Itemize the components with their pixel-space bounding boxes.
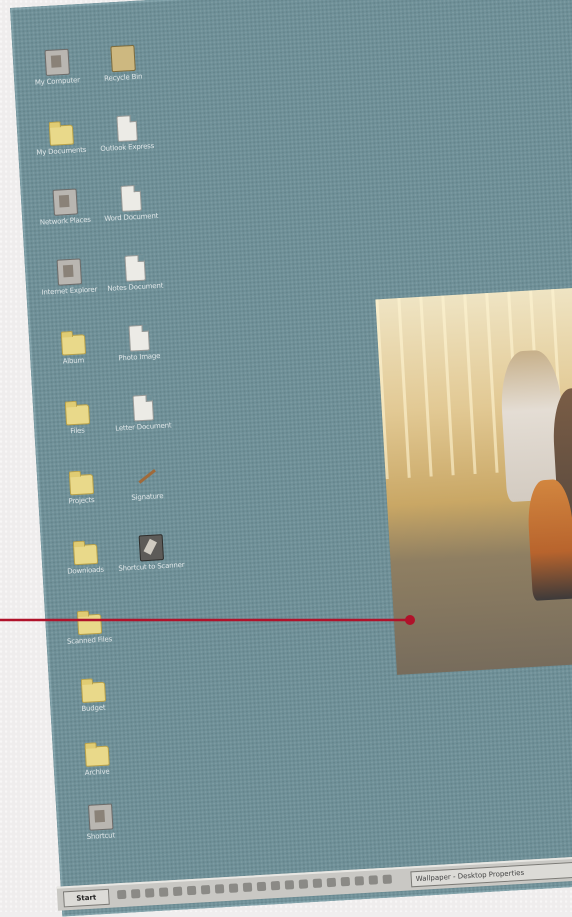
desktop-icon-label: Shortcut to Scanner <box>118 560 185 573</box>
desktop-icon-notes-document[interactable]: Notes Document <box>98 249 172 317</box>
desktop-icon-scanner-shortcut[interactable]: Shortcut to Scanner <box>114 529 188 597</box>
desktop-icon-internet-explorer[interactable]: Internet Explorer <box>32 253 106 321</box>
desktop-icon-files[interactable]: Files <box>40 393 114 461</box>
desktop-icon-recycle-bin[interactable]: Recycle Bin <box>86 40 160 108</box>
quick-launch-icon[interactable] <box>354 876 365 886</box>
desktop-icon-label: Word Document <box>104 211 159 223</box>
quick-launch-icon[interactable] <box>228 883 239 893</box>
wallpaper-photo <box>375 282 572 675</box>
quick-launch-icon[interactable] <box>256 881 267 892</box>
folder-icon <box>77 613 103 636</box>
desktop-icon-letter-document[interactable]: Letter Document <box>106 389 180 457</box>
desktop-icon-label: My Computer <box>34 76 80 87</box>
quick-launch-icon[interactable] <box>368 875 379 885</box>
desktop-icon-label: Album <box>62 356 85 366</box>
image-file-icon <box>128 324 150 352</box>
desktop-icon-label: Downloads <box>66 565 105 576</box>
folder-icon <box>73 543 99 566</box>
desktop-icon-label: My Documents <box>36 145 87 157</box>
folder-icon <box>84 745 110 767</box>
desktop-icon-shortcut[interactable]: Shortcut <box>64 798 138 866</box>
quick-launch-icon[interactable] <box>270 880 281 891</box>
desktop-icon-label: Budget <box>81 703 106 714</box>
pen-icon <box>135 464 158 489</box>
desktop-icon-label: Signature <box>131 491 164 502</box>
desktop-screen: My Computer Recycle Bin My Documents Out… <box>10 0 572 917</box>
taskbar-window-button[interactable]: Wallpaper - Desktop Properties <box>410 858 572 888</box>
desktop-icon-label: Notes Document <box>107 281 164 293</box>
desktop-icon-label: Shortcut <box>86 831 116 841</box>
desktop-icon-album[interactable]: Album <box>36 323 110 391</box>
quick-launch-icon[interactable] <box>214 884 225 894</box>
desktop-icon-signature[interactable]: Signature <box>110 459 184 527</box>
desktop-icon-downloads[interactable]: Downloads <box>48 533 122 601</box>
browser-icon <box>56 258 83 286</box>
computer-icon <box>44 48 70 77</box>
folder-icon <box>69 473 95 496</box>
quick-launch-icon[interactable] <box>144 888 155 898</box>
desktop-icon-label: Projects <box>68 495 95 506</box>
quick-launch-icon[interactable] <box>200 884 211 895</box>
quick-launch-icon[interactable] <box>158 887 169 897</box>
desktop-icon-word-document[interactable]: Word Document <box>94 179 168 247</box>
desktop-icon-projects[interactable]: Projects <box>44 463 118 531</box>
quick-launch-icon[interactable] <box>340 876 351 887</box>
quick-launch-icon[interactable] <box>312 878 323 889</box>
desktop-icon-scanned-files[interactable]: Scanned Files <box>53 603 127 671</box>
folder-icon <box>48 124 74 146</box>
desktop-icon-label: Files <box>70 426 85 436</box>
desktop-icon-label: Letter Document <box>115 421 172 433</box>
desktop-icon-label: Photo Image <box>118 351 161 363</box>
quick-launch-icon[interactable] <box>284 880 295 890</box>
shortcut-icon <box>87 803 114 831</box>
folder-icon <box>80 681 107 704</box>
desktop-icon-label: Recycle Bin <box>103 72 143 83</box>
desktop-icon-budget[interactable]: Budget <box>56 670 130 738</box>
quick-launch-icon[interactable] <box>116 889 127 900</box>
quick-launch-icon[interactable] <box>172 886 183 897</box>
document-icon <box>124 254 146 282</box>
desktop-icon-label: Network Places <box>39 215 92 227</box>
desktop-icon-label: Outlook Express <box>100 141 155 154</box>
desktop-icon-outlook-express[interactable]: Outlook Express <box>90 110 164 178</box>
desktop-icon-label: Internet Explorer <box>41 285 98 297</box>
folder-icon <box>60 334 87 356</box>
desktop-icon-archive[interactable]: Archive <box>60 734 134 802</box>
start-button[interactable]: Start <box>62 888 110 908</box>
quick-launch-icon[interactable] <box>186 885 197 896</box>
network-icon <box>52 188 78 216</box>
quick-launch-icon[interactable] <box>382 874 393 884</box>
quick-launch-icon[interactable] <box>130 888 141 899</box>
quick-launch-icon[interactable] <box>242 882 253 893</box>
desktop-icon-my-computer[interactable]: My Computer <box>20 43 94 111</box>
quick-launch-icon[interactable] <box>298 879 309 889</box>
recycle-bin-icon <box>110 44 136 73</box>
desktop-icon-my-documents[interactable]: My Documents <box>24 113 98 181</box>
quick-launch-icon[interactable] <box>326 877 337 888</box>
document-icon <box>116 114 138 143</box>
folder-icon <box>64 404 91 426</box>
photo-person-child <box>526 478 572 601</box>
document-icon <box>120 184 142 212</box>
desktop-icon-photo-image[interactable]: Photo Image <box>102 319 176 387</box>
desktop-icon-label: Archive <box>84 767 110 777</box>
desktop-icon-network-places[interactable]: Network Places <box>28 183 102 251</box>
desktop-icon-label: Scanned Files <box>66 635 113 646</box>
document-icon <box>132 394 154 422</box>
scanner-icon <box>138 534 165 562</box>
